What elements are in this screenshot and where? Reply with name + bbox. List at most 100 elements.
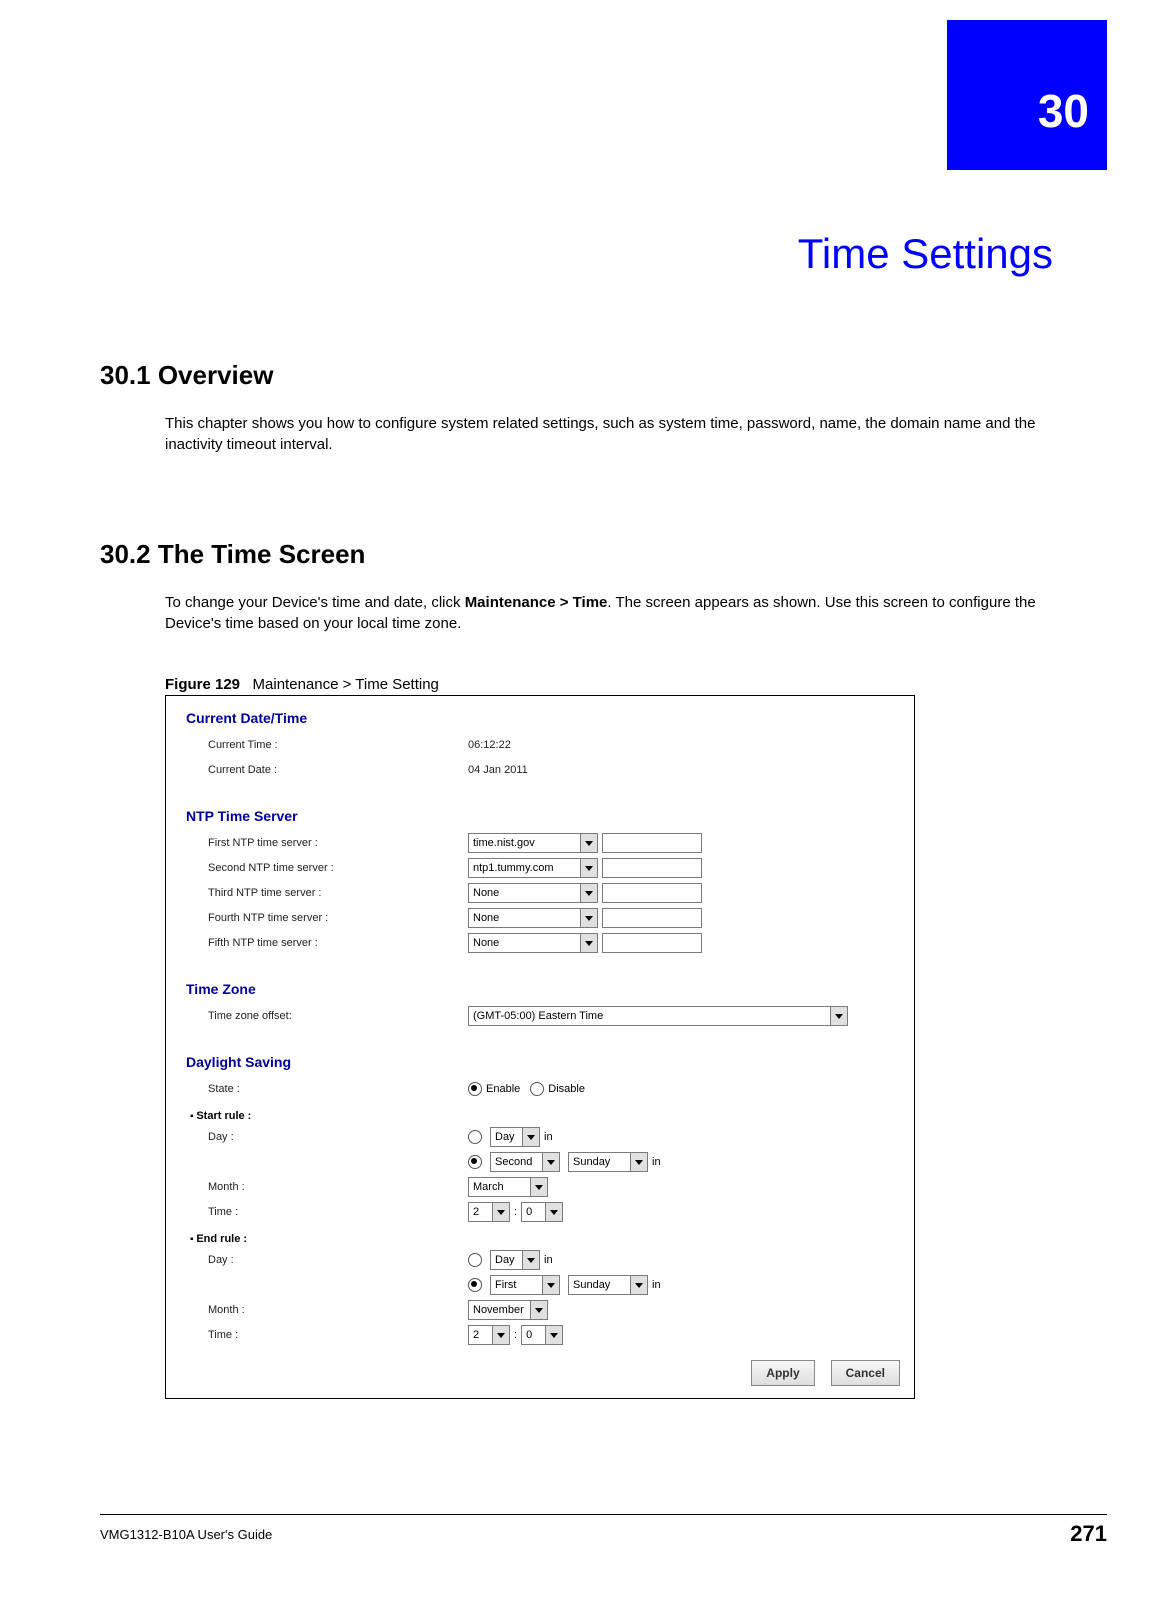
dropdown-arrow-icon [530,1301,547,1319]
section-30-1-body: This chapter shows you how to configure … [165,413,1053,455]
current-date-value: 04 Jan 2011 [468,764,528,776]
figure-caption: Figure 129 Maintenance > Time Setting [165,676,1053,693]
dropdown-arrow-icon [545,1203,562,1221]
ntp1-input[interactable] [602,833,702,853]
dst-state-label: State : [208,1083,468,1095]
dropdown-arrow-icon [830,1007,847,1025]
content-area: 30.1 Overview This chapter shows you how… [100,360,1053,1399]
dst-disable-text: Disable [548,1083,585,1095]
section-30-2-body: To change your Device's time and date, c… [165,592,1053,634]
group-ntp-title: NTP Time Server [186,808,900,824]
ntp4-input[interactable] [602,908,702,928]
dst-end-hour-select[interactable]: 2 [468,1325,510,1345]
footer-page-number: 271 [1070,1521,1107,1547]
dropdown-arrow-icon [492,1203,509,1221]
ntp3-value: None [473,887,499,899]
dropdown-arrow-icon [580,834,597,852]
dst-start-day-radio-rule[interactable] [468,1155,482,1169]
footer-guide: VMG1312-B10A User's Guide [100,1527,272,1542]
current-date-label: Current Date : [208,764,468,776]
current-time-value: 06:12:22 [468,739,511,751]
dst-end-day-radio-rule[interactable] [468,1278,482,1292]
dst-start-min-select[interactable]: 0 [521,1202,563,1222]
dropdown-arrow-icon [580,884,597,902]
ntp3-input[interactable] [602,883,702,903]
dst-end-month-select[interactable]: November [468,1300,548,1320]
dst-start-ord-select[interactable]: Second [490,1152,560,1172]
dst-start-dow-select[interactable]: Sunday [568,1152,648,1172]
dst-end-day-select[interactable]: Day [490,1250,540,1270]
dst-end-month-value: November [473,1304,524,1316]
ntp2-select[interactable]: ntp1.tummy.com [468,858,598,878]
dropdown-arrow-icon [542,1276,559,1294]
ntp5-input[interactable] [602,933,702,953]
cancel-button[interactable]: Cancel [831,1360,900,1386]
time-colon: : [514,1206,517,1218]
section-30-1-heading: 30.1 Overview [100,360,1053,391]
apply-button[interactable]: Apply [751,1360,814,1386]
time-settings-screenshot: Current Date/Time Current Time : 06:12:2… [165,695,915,1399]
dst-start-month-select[interactable]: March [468,1177,548,1197]
dropdown-arrow-icon [530,1178,547,1196]
ntp3-select[interactable]: None [468,883,598,903]
dropdown-arrow-icon [492,1326,509,1344]
dst-start-day-select[interactable]: Day [490,1127,540,1147]
figure-label: Figure 129 [165,676,240,693]
chapter-word: CHAPTER [866,90,933,106]
dst-start-ord-value: Second [495,1156,532,1168]
ntp5-select[interactable]: None [468,933,598,953]
ntp3-label: Third NTP time server : [208,887,468,899]
dst-end-min-value: 0 [526,1329,532,1341]
dst-enable-text: Enable [486,1083,520,1095]
dropdown-arrow-icon [545,1326,562,1344]
dropdown-arrow-icon [580,909,597,927]
ntp2-label: Second NTP time server : [208,862,468,874]
chapter-number: 30 [1038,84,1089,138]
in-word: in [652,1156,661,1168]
dst-end-dow-value: Sunday [573,1279,610,1291]
ntp4-label: Fourth NTP time server : [208,912,468,924]
dropdown-arrow-icon [630,1276,647,1294]
dst-start-title: Start rule : [190,1110,900,1122]
dst-start-month-value: March [473,1181,504,1193]
dst-enable-radio[interactable] [468,1082,482,1096]
ntp2-input[interactable] [602,858,702,878]
group-tz-title: Time Zone [186,981,900,997]
ntp1-select[interactable]: time.nist.gov [468,833,598,853]
dropdown-arrow-icon [542,1153,559,1171]
dst-disable-radio[interactable] [530,1082,544,1096]
dst-start-hour-value: 2 [473,1206,479,1218]
page-footer: VMG1312-B10A User's Guide 271 [100,1514,1107,1547]
ntp4-value: None [473,912,499,924]
body-prefix: To change your Device's time and date, c… [165,594,465,611]
dst-end-ord-select[interactable]: First [490,1275,560,1295]
chapter-title: Time Settings [798,230,1053,278]
in-word: in [652,1279,661,1291]
chapter-tab: 30 [947,20,1107,170]
ntp5-value: None [473,937,499,949]
figure-text: Maintenance > Time Setting [253,676,439,693]
dst-start-dow-value: Sunday [573,1156,610,1168]
dst-end-min-select[interactable]: 0 [521,1325,563,1345]
dst-start-day-label: Day : [208,1131,468,1143]
dst-end-hour-value: 2 [473,1329,479,1341]
dropdown-arrow-icon [522,1128,539,1146]
dropdown-arrow-icon [630,1153,647,1171]
dst-start-hour-select[interactable]: 2 [468,1202,510,1222]
dst-end-day-label: Day : [208,1254,468,1266]
ntp1-label: First NTP time server : [208,837,468,849]
in-word: in [544,1131,553,1143]
group-dst-title: Daylight Saving [186,1054,900,1070]
dst-end-day-radio-fixed[interactable] [468,1253,482,1267]
group-current-title: Current Date/Time [186,710,900,726]
in-word: in [544,1254,553,1266]
dst-end-dow-select[interactable]: Sunday [568,1275,648,1295]
current-time-label: Current Time : [208,739,468,751]
time-colon: : [514,1329,517,1341]
ntp4-select[interactable]: None [468,908,598,928]
section-30-2-heading: 30.2 The Time Screen [100,539,1053,570]
dst-start-day-radio-fixed[interactable] [468,1130,482,1144]
dst-end-time-label: Time : [208,1329,468,1341]
dst-start-time-label: Time : [208,1206,468,1218]
tz-select[interactable]: (GMT-05:00) Eastern Time [468,1006,848,1026]
